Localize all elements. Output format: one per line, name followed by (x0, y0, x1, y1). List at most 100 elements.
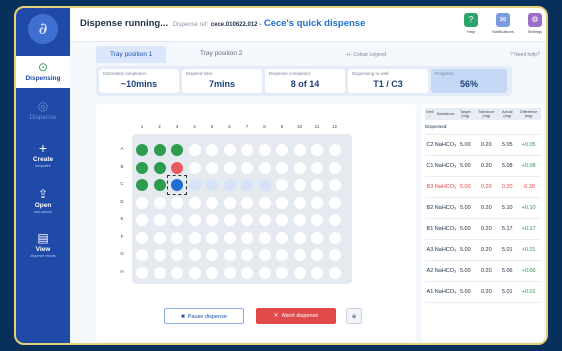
well-h6[interactable] (223, 266, 236, 279)
well-a3[interactable] (171, 144, 183, 156)
well-h1[interactable] (136, 266, 148, 279)
well-e12[interactable] (328, 214, 341, 226)
table-row[interactable]: A3 NaHCO₃ 5.00 0.20 5.01 +0.01 (425, 239, 541, 261)
need-help-link[interactable]: ? Need help? (510, 52, 540, 58)
well-f7[interactable] (241, 231, 253, 244)
well-e5[interactable] (206, 214, 218, 226)
well-b7[interactable] (241, 161, 253, 174)
sidebar-item-view[interactable]: ▤ View dispense results (16, 232, 70, 258)
well-b2[interactable] (153, 161, 166, 174)
well-f1[interactable] (136, 231, 148, 244)
well-g3[interactable] (171, 249, 183, 261)
well-d3[interactable] (171, 196, 183, 209)
pause-dispense-button[interactable]: ■ Pause dispense (164, 308, 244, 324)
well-a4[interactable] (188, 144, 201, 156)
well-d5[interactable] (206, 196, 218, 209)
well-h3[interactable] (171, 266, 183, 279)
well-a5[interactable] (206, 144, 218, 156)
tab-tray-position-2[interactable]: Tray position 2 (200, 50, 242, 57)
well-d12[interactable] (328, 196, 341, 209)
abort-dispense-button[interactable]: ✕ Abort dispense (256, 308, 336, 324)
well-e1[interactable] (136, 214, 148, 226)
well-b12[interactable] (328, 161, 341, 174)
well-g1[interactable] (136, 249, 148, 261)
well-e2[interactable] (153, 214, 166, 226)
well-f8[interactable] (258, 231, 271, 244)
well-e9[interactable] (276, 214, 288, 226)
well-b6[interactable] (223, 161, 236, 174)
well-d4[interactable] (188, 196, 201, 209)
colour-legend-link[interactable]: +/- Colour Legend (346, 52, 386, 58)
well-c4[interactable] (188, 179, 201, 191)
well-a12[interactable] (328, 144, 341, 156)
well-e11[interactable] (311, 214, 323, 226)
table-row[interactable]: A2 NaHCO₃ 5.00 0.20 5.06 +0.06 (425, 260, 541, 282)
well-b3[interactable] (171, 161, 183, 174)
settings-button[interactable]: ⚙ Settings (522, 13, 546, 34)
well-c10[interactable] (293, 179, 306, 191)
well-d9[interactable] (276, 196, 288, 209)
well-b4[interactable] (188, 161, 201, 174)
well-d1[interactable] (136, 196, 148, 209)
sidebar-item-create[interactable]: + Create templates (16, 141, 70, 168)
well-c12[interactable] (328, 179, 341, 191)
well-b1[interactable] (136, 161, 148, 174)
tab-tray-position-1[interactable]: Tray position 1 (96, 46, 167, 63)
well-d7[interactable] (241, 196, 253, 209)
well-g6[interactable] (223, 249, 236, 261)
table-row[interactable]: A1 NaHCO₃ 5.00 0.20 5.01 +0.01 (425, 281, 541, 303)
well-g12[interactable] (328, 249, 341, 261)
well-f2[interactable] (153, 231, 166, 244)
well-c6[interactable] (223, 179, 236, 191)
well-f5[interactable] (206, 231, 218, 244)
well-e3[interactable] (171, 214, 183, 226)
sidebar-item-open[interactable]: ⇪ Open last actions (16, 188, 70, 214)
well-h12[interactable] (328, 266, 341, 279)
well-c8[interactable] (258, 179, 271, 191)
well-c5[interactable] (206, 179, 218, 191)
well-g4[interactable] (188, 249, 201, 261)
well-f9[interactable] (276, 231, 288, 244)
well-g5[interactable] (206, 249, 218, 261)
help-button[interactable]: ? Help (458, 13, 484, 34)
well-b5[interactable] (206, 161, 218, 174)
well-f3[interactable] (171, 231, 183, 244)
well-f12[interactable] (328, 231, 341, 244)
well-f4[interactable] (188, 231, 201, 244)
well-a7[interactable] (241, 144, 253, 156)
well-f11[interactable] (311, 231, 323, 244)
well-h7[interactable] (241, 266, 253, 279)
well-g7[interactable] (241, 249, 253, 261)
well-h2[interactable] (153, 266, 166, 279)
zoom-button[interactable]: ⊕ (346, 308, 362, 324)
well-h5[interactable] (206, 266, 218, 279)
well-b9[interactable] (276, 161, 288, 174)
well-d10[interactable] (293, 196, 306, 209)
well-g2[interactable] (153, 249, 166, 261)
well-a11[interactable] (311, 144, 323, 156)
well-d8[interactable] (258, 196, 271, 209)
well-h9[interactable] (276, 266, 288, 279)
well-e6[interactable] (223, 214, 236, 226)
well-d6[interactable] (223, 196, 236, 209)
well-h4[interactable] (188, 266, 201, 279)
well-c7[interactable] (241, 179, 253, 191)
well-g10[interactable] (293, 249, 306, 261)
table-row[interactable]: B2 NaHCO₃ 5.00 0.20 5.10 +0.10 (425, 197, 541, 219)
well-d2[interactable] (153, 196, 166, 209)
well-b11[interactable] (311, 161, 323, 174)
well-g9[interactable] (276, 249, 288, 261)
well-c1[interactable] (136, 179, 148, 191)
well-f6[interactable] (223, 231, 236, 244)
well-c2[interactable] (153, 179, 166, 191)
well-h8[interactable] (258, 266, 271, 279)
well-g11[interactable] (311, 249, 323, 261)
table-row[interactable]: B1 NaHCO₃ 5.00 0.20 5.17 +0.17 (425, 218, 541, 240)
table-row[interactable]: B3 NaHCO₃ 5.00 0.20 0.20 -0.30 (425, 176, 541, 198)
well-h11[interactable] (311, 266, 323, 279)
sidebar-item-dispensing[interactable]: ⊙ Dispensing (16, 56, 70, 88)
well-a9[interactable] (276, 144, 288, 156)
table-row[interactable]: C1 NaHCO₃ 5.00 0.20 5.08 +0.08 (425, 155, 541, 177)
table-row[interactable]: C2 NaHCO₃ 5.00 0.20 5.05 +0.05 (425, 134, 541, 156)
well-a8[interactable] (258, 144, 271, 156)
